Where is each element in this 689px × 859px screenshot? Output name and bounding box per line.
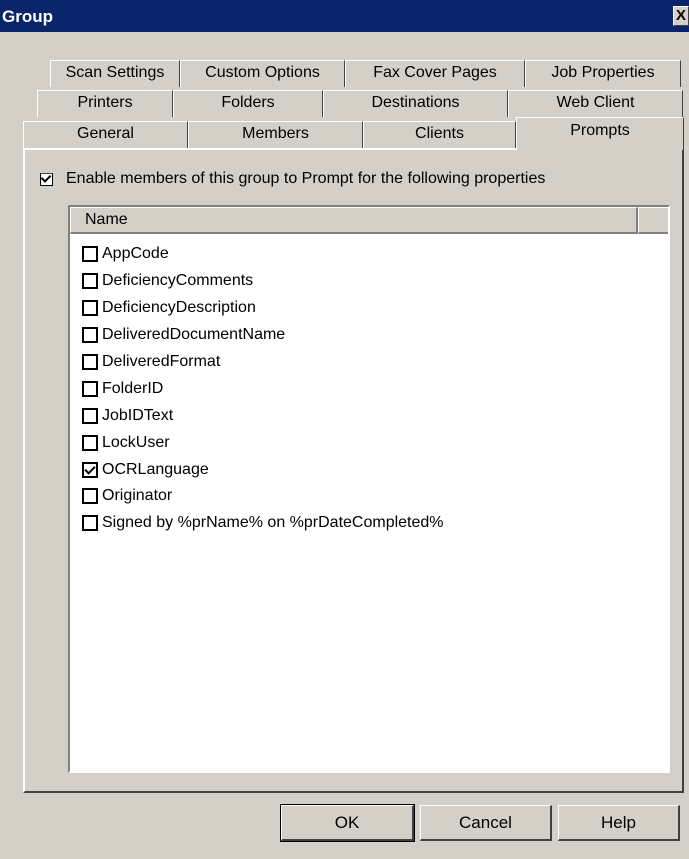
tab-clients[interactable]: Clients <box>363 121 516 148</box>
list-item-checkbox[interactable] <box>82 354 98 370</box>
list-item-label: FolderID <box>102 379 164 397</box>
list-item[interactable]: DeficiencyComments <box>82 268 444 295</box>
enable-prompts-label: Enable members of this group to Prompt f… <box>66 170 546 187</box>
list-item[interactable]: AppCode <box>82 241 444 268</box>
window-title: Group <box>2 7 53 26</box>
list-item-checkbox[interactable] <box>82 407 98 424</box>
title-bar: Group X <box>0 0 689 32</box>
list-item[interactable]: JobIDText <box>82 402 444 429</box>
list-item-label: AppCode <box>102 245 169 263</box>
list-item-label: Originator <box>102 487 173 505</box>
list-item-checkbox[interactable] <box>82 327 98 344</box>
tab-destinations[interactable]: Destinations <box>323 90 508 117</box>
tab-scan-settings[interactable]: Scan Settings <box>50 60 180 87</box>
close-icon: X <box>675 7 686 24</box>
tab-prompts[interactable]: Prompts <box>516 117 684 150</box>
list-item[interactable]: Originator <box>82 483 444 510</box>
tab-folders[interactable]: Folders <box>173 90 323 117</box>
list-item[interactable]: DeliveredDocumentName <box>82 322 444 349</box>
list-item-label: DeficiencyDescription <box>102 299 256 317</box>
list-item-label: LockUser <box>102 433 170 451</box>
tab-fax-cover-pages[interactable]: Fax Cover Pages <box>345 60 525 87</box>
list-item-checkbox[interactable] <box>82 380 98 397</box>
list-item-label: DeliveredFormat <box>102 353 221 370</box>
list-item-label: JobIDText <box>102 406 174 424</box>
list-item-checkbox[interactable] <box>82 488 98 505</box>
list-item-checkbox[interactable] <box>82 434 98 451</box>
list-item[interactable]: DeficiencyDescription <box>82 295 444 322</box>
enable-prompts-checkbox[interactable] <box>40 172 53 186</box>
tab-general[interactable]: General <box>23 121 188 148</box>
column-header-filler <box>638 207 668 234</box>
tab-web-client[interactable]: Web Client <box>508 90 683 117</box>
column-header-name[interactable]: Name <box>70 207 638 234</box>
list-item-label: DeficiencyComments <box>102 272 254 290</box>
cancel-button[interactable]: Cancel <box>420 805 552 841</box>
prompt-properties-list[interactable]: Name AppCode DeficiencyComments Deficiency… <box>68 205 670 773</box>
close-button[interactable]: X <box>673 6 689 26</box>
tab-job-properties[interactable]: Job Properties <box>525 60 681 87</box>
list-header: Name <box>70 207 668 234</box>
tab-custom-options[interactable]: Custom Options <box>180 60 345 87</box>
list-item-checkbox[interactable] <box>82 300 98 317</box>
tab-members[interactable]: Members <box>188 121 363 148</box>
list-item[interactable]: Signed by %prName% on %prDateCompleted% <box>82 510 444 537</box>
tab-printers[interactable]: Printers <box>37 90 173 117</box>
list-item-checkbox[interactable] <box>82 246 98 263</box>
list-item-label: Signed by %prName% on %prDateCompleted% <box>102 514 444 532</box>
list-item-checkbox[interactable] <box>82 515 98 532</box>
list-item[interactable]: DeliveredFormat <box>82 349 444 376</box>
list-item-label: OCRLanguage <box>102 460 209 478</box>
enable-prompts-row[interactable]: Enable members of this group to Prompt f… <box>40 168 545 190</box>
list-item[interactable]: FolderID <box>82 375 444 402</box>
help-button[interactable]: Help <box>558 805 680 841</box>
list-item-checkbox[interactable] <box>82 273 98 290</box>
list-item-checkbox[interactable] <box>82 461 98 478</box>
ok-button[interactable]: OK <box>280 804 415 842</box>
list-item[interactable]: OCRLanguage <box>82 456 444 483</box>
list-item[interactable]: LockUser <box>82 429 444 456</box>
list-item-label: DeliveredDocumentName <box>102 326 286 344</box>
list-items: AppCode DeficiencyComments DeficiencyDescr… <box>82 241 444 537</box>
